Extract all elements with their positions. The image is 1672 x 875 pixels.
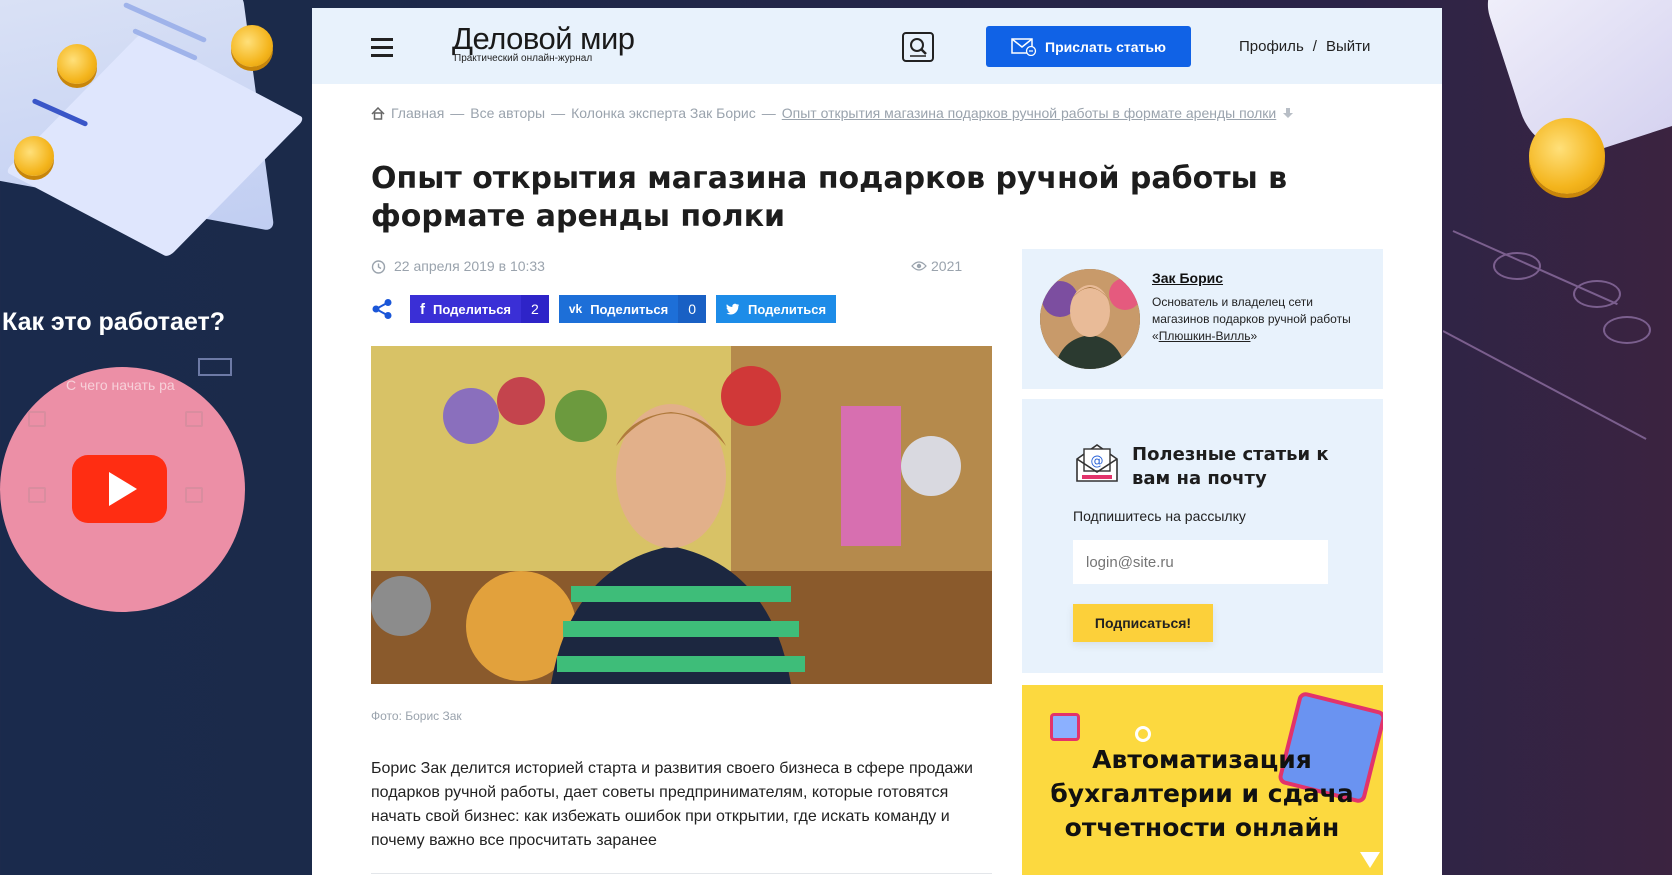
document-icon xyxy=(28,411,46,427)
twitter-icon xyxy=(726,303,740,315)
promo-title: Как это работает? xyxy=(2,308,226,336)
facebook-icon: f xyxy=(420,300,425,318)
vk-icon: vk xyxy=(568,302,583,316)
home-icon[interactable] xyxy=(371,106,385,120)
arrow-down-icon xyxy=(1283,108,1294,118)
send-article-label: Прислать статью xyxy=(1045,38,1166,55)
article-views-count: 2021 xyxy=(931,258,963,274)
author-avatar-illustration xyxy=(1040,269,1140,369)
coin-icon xyxy=(14,136,54,176)
vk-share-label: Поделиться xyxy=(590,301,669,317)
article-lead: Борис Зак делится историей старта и разв… xyxy=(371,760,973,849)
site-logo[interactable]: Деловой мир Практический онлайн-журнал xyxy=(452,21,635,64)
author-description: Основатель и владелец сети магазинов под… xyxy=(1152,294,1362,345)
svg-text:@: @ xyxy=(1091,454,1104,469)
coin-icon xyxy=(231,25,273,67)
logout-link[interactable]: Выйти xyxy=(1326,38,1370,55)
article-photo xyxy=(371,346,992,684)
author-shop-link[interactable]: Плюшкин-Вилль xyxy=(1159,329,1251,343)
main-page: Деловой мир Практический онлайн-журнал П… xyxy=(312,8,1442,875)
vk-share-count: 0 xyxy=(678,295,707,323)
decor-line xyxy=(1443,330,1647,440)
menu-icon[interactable] xyxy=(371,38,393,62)
article-date-text: 22 апреля 2019 в 10:33 xyxy=(394,258,545,274)
decor-ring xyxy=(1603,316,1651,344)
profile-link[interactable]: Профиль xyxy=(1239,38,1304,55)
newsletter-label: Подпишитесь на рассылку xyxy=(1073,508,1246,524)
search-icon[interactable] xyxy=(902,32,934,62)
share-icon[interactable] xyxy=(371,298,393,320)
author-name[interactable]: Зак Борис xyxy=(1152,270,1223,286)
author-card: Зак Борис Основатель и владелец сети маг… xyxy=(1022,249,1383,389)
breadcrumb-current[interactable]: Опыт открытия магазина подарков ручной р… xyxy=(782,105,1277,121)
breadcrumb-separator: — xyxy=(551,105,566,121)
mail-icon xyxy=(1011,37,1037,56)
newsletter-widget: @ Полезные статьи к вам на почту Подпиши… xyxy=(1022,399,1383,673)
article-photo-illustration xyxy=(371,346,992,684)
coin-icon xyxy=(1529,118,1605,194)
share-bar: f Поделиться 2 vk Поделиться 0 Поделиться xyxy=(371,295,846,323)
left-promo-banner[interactable]: Как это работает? С чего начать ра xyxy=(0,0,312,875)
article-date: 22 апреля 2019 в 10:33 xyxy=(371,258,545,274)
breadcrumb-home[interactable]: Главная xyxy=(391,105,444,121)
promo-text: Автоматизация бухгалтерии и сдача отчетн… xyxy=(1050,745,1354,842)
newsletter-title: Полезные статьи к вам на почту xyxy=(1132,444,1329,489)
breadcrumb-separator: — xyxy=(450,105,465,121)
breadcrumb-authors[interactable]: Все авторы xyxy=(470,105,545,121)
calendar-icon xyxy=(1050,713,1080,741)
article-title: Опыт открытия магазина подарков ручной р… xyxy=(371,161,1288,234)
author-description-tail: » xyxy=(1250,329,1258,343)
divider xyxy=(371,873,992,874)
header: Деловой мир Практический онлайн-журнал П… xyxy=(312,8,1442,84)
promo-banner[interactable]: Автоматизация бухгалтерии и сдача отчетн… xyxy=(1022,685,1383,875)
eye-icon xyxy=(911,261,927,271)
photo-caption: Фото: Борис Зак xyxy=(371,709,462,723)
right-background xyxy=(1443,0,1672,875)
clock-icon xyxy=(371,259,386,274)
facebook-share-button[interactable]: f Поделиться 2 xyxy=(410,295,549,323)
article-views: 2021 xyxy=(911,258,962,274)
email-field[interactable] xyxy=(1073,540,1328,584)
hint-frame xyxy=(198,358,232,376)
vk-share-button[interactable]: vk Поделиться 0 xyxy=(558,295,707,323)
envelope-icon: @ xyxy=(1076,444,1118,482)
twitter-share-label: Поделиться xyxy=(748,301,827,317)
decor-triangle xyxy=(1360,852,1380,868)
facebook-share-label: Поделиться xyxy=(433,301,512,317)
logo-title: Деловой мир xyxy=(452,21,635,56)
facebook-share-count: 2 xyxy=(521,295,549,323)
chart-icon xyxy=(185,487,203,503)
breadcrumb-separator: — xyxy=(761,105,776,121)
subscribe-button[interactable]: Подписаться! xyxy=(1073,604,1213,642)
youtube-play-button[interactable] xyxy=(72,455,167,523)
coin-icon xyxy=(57,44,97,84)
document-icon xyxy=(185,411,203,427)
send-article-button[interactable]: Прислать статью xyxy=(986,26,1191,67)
breadcrumb-column[interactable]: Колонка эксперта Зак Борис xyxy=(571,105,756,121)
decor-line xyxy=(1452,230,1618,306)
breadcrumb: Главная — Все авторы — Колонка эксперта … xyxy=(371,105,1294,121)
auth-separator: / xyxy=(1312,38,1317,55)
auth-links: Профиль / Выйти xyxy=(1239,38,1370,55)
monitor-icon xyxy=(28,487,46,503)
twitter-share-button[interactable]: Поделиться xyxy=(716,295,837,323)
decor-ring xyxy=(1135,726,1151,742)
author-avatar[interactable] xyxy=(1040,269,1140,369)
video-hint-text: С чего начать ра xyxy=(66,377,175,393)
